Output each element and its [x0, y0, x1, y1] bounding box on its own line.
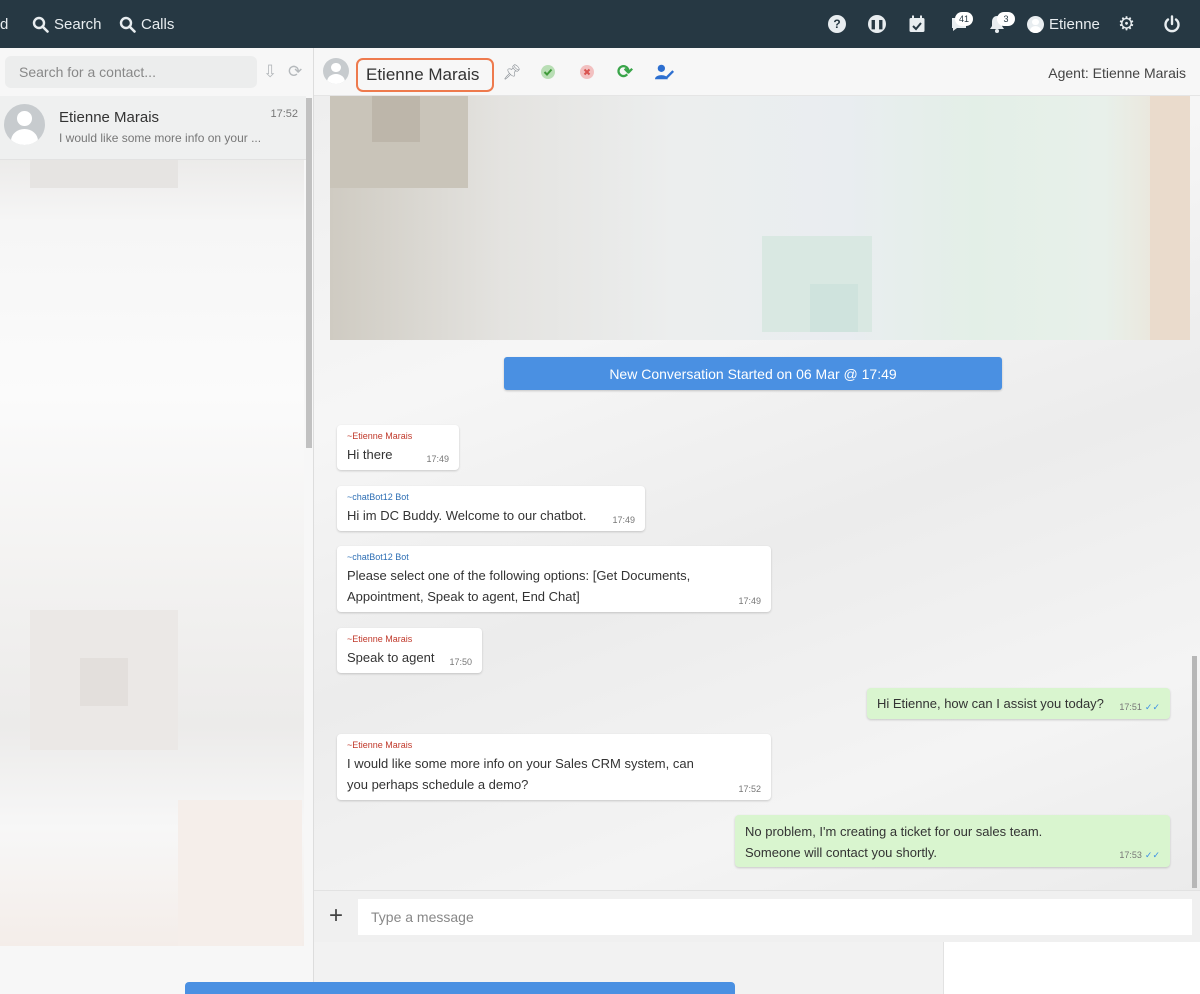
message-text: Hi im DC Buddy. Welcome to our chatbot.: [347, 508, 587, 523]
gear-icon: ⚙: [1118, 13, 1136, 35]
message-text-line: Someone will contact you shortly.: [745, 845, 937, 860]
message-text-line: No problem, I'm creating a ticket for ou…: [745, 824, 1043, 839]
logout-button[interactable]: [1163, 0, 1181, 48]
chat-message-bot: ~chatBot12 Bot Hi im DC Buddy. Welcome t…: [337, 486, 645, 531]
blurred-contact-list: [0, 160, 304, 946]
double-check-icon: ✓✓: [1144, 850, 1160, 860]
contact-time: 17:52: [270, 108, 298, 120]
contacts-panel: ⇩ ⟳ Etienne Marais 17:52 I would like so…: [0, 48, 314, 994]
message-time: 17:49: [738, 596, 761, 606]
close-chat-button[interactable]: [577, 62, 597, 82]
nav-search[interactable]: Search: [32, 0, 102, 48]
bottom-banner-fragment: [185, 982, 735, 994]
resolve-button[interactable]: [538, 62, 558, 82]
message-time: 17:53: [1119, 850, 1142, 860]
double-check-icon: ✓✓: [1144, 702, 1160, 712]
attach-button[interactable]: +: [326, 901, 346, 931]
message-sender: ~Etienne Marais: [347, 634, 413, 644]
search-icon: [32, 16, 49, 33]
pin-icon: 📌︎: [502, 64, 522, 81]
chat-contact-avatar: [323, 58, 349, 84]
top-bar: d Search Calls ? ❚❚ 41 3 Etienne ⚙: [0, 0, 1200, 48]
pause-icon: ❚❚: [868, 15, 886, 33]
message-text-line: Please select one of the following optio…: [347, 568, 691, 583]
settings-button[interactable]: ⚙: [1118, 0, 1135, 48]
message-time: 17:51: [1119, 702, 1142, 712]
message-sender: ~chatBot12 Bot: [347, 552, 409, 562]
plus-icon: +: [328, 902, 343, 929]
chat-message-outgoing: Hi Etienne, how can I assist you today? …: [867, 688, 1170, 719]
contacts-scrollbar[interactable]: [306, 98, 312, 448]
pin-button[interactable]: 📌︎: [502, 62, 522, 82]
message-text-line: Appointment, Speak to agent, End Chat]: [347, 589, 580, 604]
message-time-wrap: 17:53 ✓✓: [1119, 850, 1160, 861]
close-circle-icon: [580, 65, 594, 79]
refresh-icon[interactable]: ⟳: [288, 62, 302, 82]
nav-calls-label: Calls: [141, 15, 175, 33]
message-time: 17:50: [449, 657, 472, 667]
chat-scrollbar[interactable]: [1192, 656, 1197, 888]
message-text-line: you perhaps schedule a demo?: [347, 777, 529, 792]
sort-icon[interactable]: ⇩: [263, 62, 277, 82]
assign-agent-button[interactable]: [655, 62, 675, 82]
message-time: 17:49: [426, 454, 449, 464]
calendar-check-icon: [909, 15, 925, 32]
message-sender: ~Etienne Marais: [347, 431, 413, 441]
message-sender: ~chatBot12 Bot: [347, 492, 409, 502]
user-circle-icon: [1027, 15, 1044, 33]
truncated-nav-item[interactable]: d: [0, 0, 8, 48]
pause-button[interactable]: ❚❚: [868, 0, 886, 48]
user-name: Etienne: [1049, 15, 1100, 33]
blurred-media-attachment: [330, 96, 1190, 340]
chat-message-incoming: ~Etienne Marais Hi there 17:49: [337, 425, 459, 470]
chat-message-incoming: ~Etienne Marais Speak to agent 17:50: [337, 628, 482, 673]
phone-search-icon: [119, 16, 136, 33]
conversation-started-banner: New Conversation Started on 06 Mar @ 17:…: [504, 357, 1002, 390]
contact-avatar: [4, 104, 45, 145]
message-text: Hi Etienne, how can I assist you today?: [877, 696, 1104, 711]
truncated-nav-label: d: [0, 15, 9, 33]
message-time-wrap: 17:51 ✓✓: [1119, 702, 1160, 713]
messages-badge: 41: [955, 12, 973, 26]
contact-list-item[interactable]: Etienne Marais 17:52 I would like some m…: [0, 96, 306, 160]
agent-label: Agent: Etienne Marais: [1048, 65, 1186, 81]
check-circle-icon: [541, 65, 555, 79]
contact-search-input[interactable]: [5, 56, 257, 88]
user-edit-icon: [655, 64, 675, 80]
contact-preview: I would like some more info on your ...: [59, 131, 262, 145]
help-icon: ?: [828, 15, 846, 33]
user-menu[interactable]: Etienne: [1027, 0, 1100, 48]
message-sender: ~Etienne Marais: [347, 740, 413, 750]
notifications-badge: 3: [997, 12, 1015, 26]
message-time: 17:49: [612, 515, 635, 525]
chat-message-bot: ~chatBot12 Bot Please select one of the …: [337, 546, 771, 612]
message-input[interactable]: [358, 899, 1192, 935]
power-icon: [1164, 15, 1180, 33]
sync-button[interactable]: ⟳: [615, 61, 635, 83]
chat-contact-name: Etienne Marais: [366, 65, 480, 84]
nav-search-label: Search: [54, 15, 102, 33]
help-button[interactable]: ?: [828, 0, 846, 48]
contact-name: Etienne Marais: [59, 109, 160, 126]
calendar-button[interactable]: [908, 0, 926, 48]
chat-messages-area: New Conversation Started on 06 Mar @ 17:…: [314, 96, 1200, 890]
chat-message-incoming: ~Etienne Marais I would like some more i…: [337, 734, 771, 800]
message-time: 17:52: [738, 784, 761, 794]
nav-calls[interactable]: Calls: [119, 0, 174, 48]
sync-icon: ⟳: [617, 61, 633, 83]
footer-panel: [943, 942, 1200, 994]
message-text-line: I would like some more info on your Sale…: [347, 756, 694, 771]
chat-message-outgoing: No problem, I'm creating a ticket for ou…: [735, 815, 1170, 867]
chat-header: Etienne Marais 📌︎ ⟳ Agent: Etienne Marai…: [314, 48, 1200, 96]
chat-contact-name-highlight[interactable]: Etienne Marais: [356, 58, 494, 92]
message-composer: +: [314, 890, 1200, 942]
